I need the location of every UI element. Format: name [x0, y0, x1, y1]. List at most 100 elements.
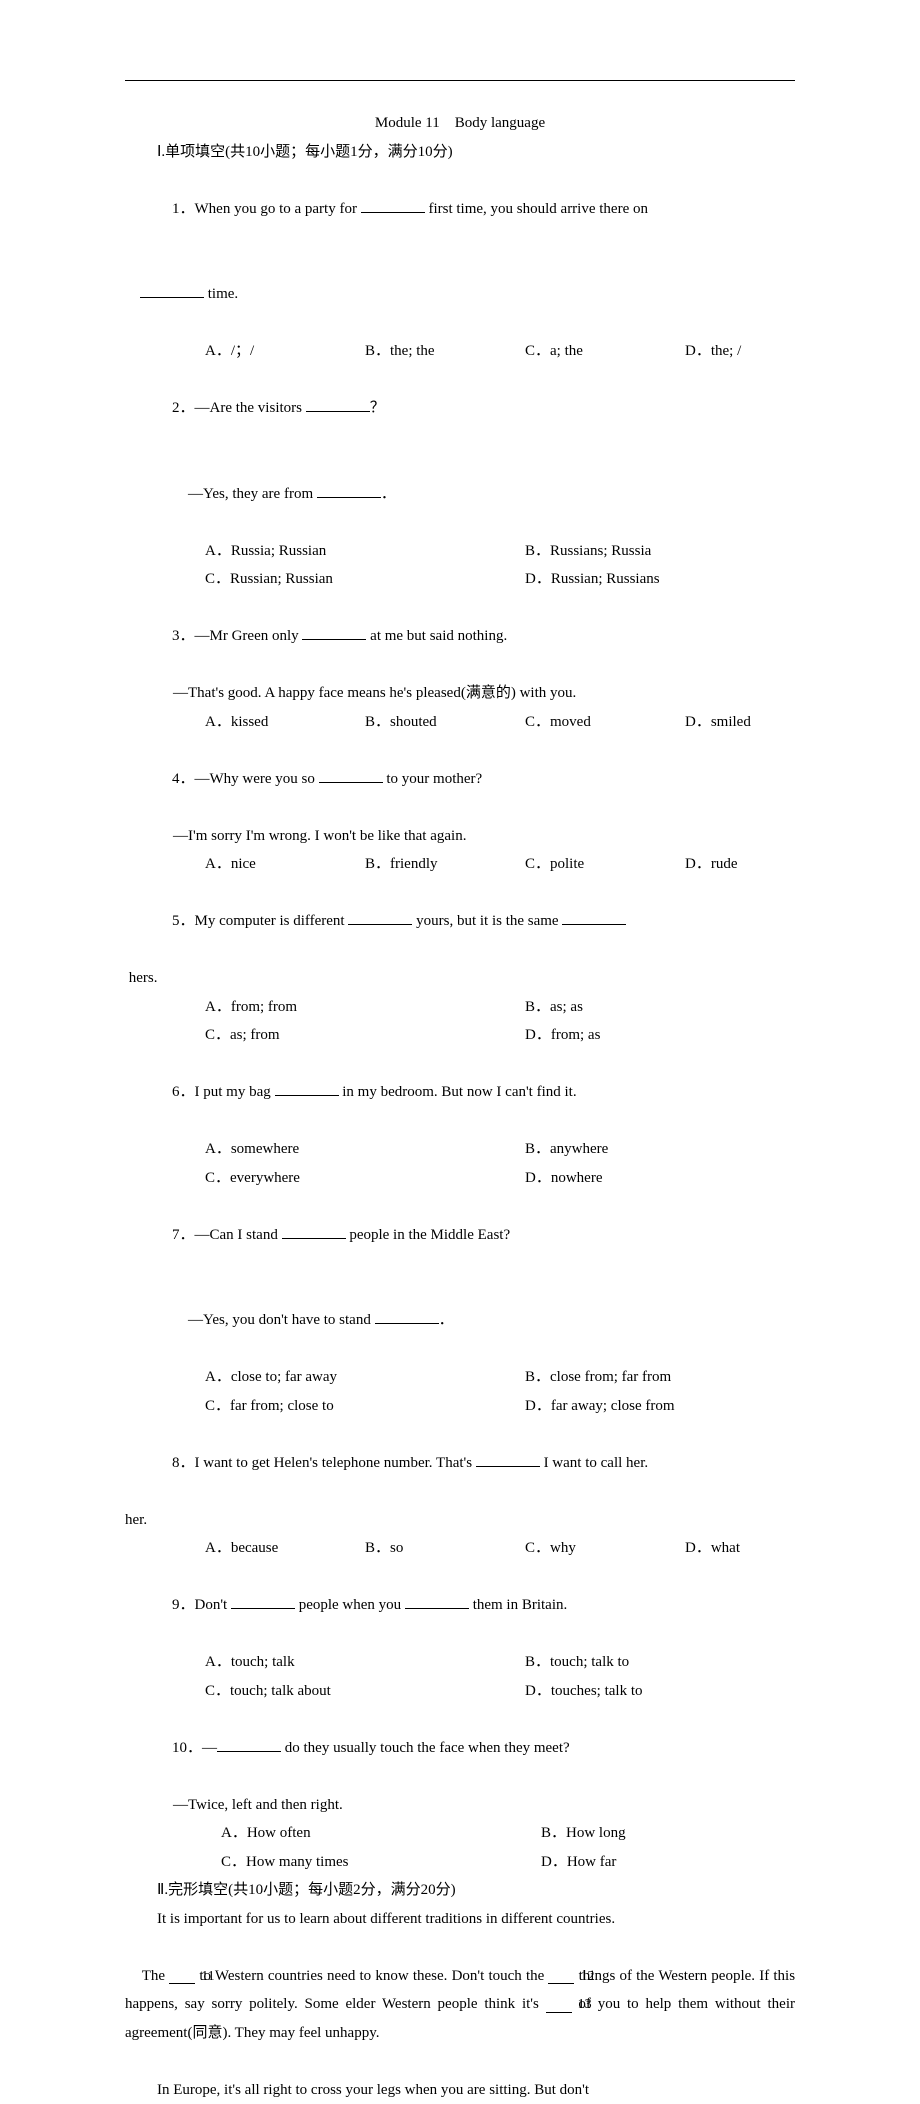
option-d[interactable]: D．How far: [541, 1848, 861, 1877]
question-5-cont: hers.: [125, 964, 795, 993]
option-c[interactable]: C．How many times: [221, 1848, 541, 1877]
option-a[interactable]: A．close to; far away: [205, 1363, 525, 1392]
blank-input[interactable]: [319, 768, 383, 783]
q1-text-c: time.: [204, 286, 238, 302]
blank-input[interactable]: [275, 1082, 339, 1097]
blank-input[interactable]: [317, 483, 381, 498]
q9-text-a: 9．Don't: [172, 1597, 231, 1613]
q7-options-1: A．close to; far away B．close from; far f…: [125, 1363, 795, 1392]
blank-input[interactable]: [476, 1452, 540, 1467]
option-d[interactable]: D．nowhere: [525, 1164, 845, 1193]
option-a[interactable]: A．from; from: [205, 993, 525, 1022]
option-a[interactable]: A．nice: [205, 850, 365, 879]
q9-options-2: C．touch; talk about D．touches; talk to: [125, 1677, 795, 1706]
question-8-cont: her.: [125, 1506, 795, 1535]
option-d[interactable]: D．what: [685, 1534, 845, 1563]
option-b[interactable]: B．as; as: [525, 993, 845, 1022]
option-b[interactable]: B．touch; talk to: [525, 1648, 845, 1677]
q8-options: A．because B．so C．why D．what: [125, 1534, 795, 1563]
option-d[interactable]: D．far away; close from: [525, 1392, 845, 1421]
q6-text-b: in my bedroom. But now I can't find it.: [339, 1084, 577, 1100]
cloze-blank-11[interactable]: 11: [169, 1971, 195, 1985]
option-d[interactable]: D．touches; talk to: [525, 1677, 845, 1706]
blank-input[interactable]: [405, 1595, 469, 1610]
option-a[interactable]: A．kissed: [205, 708, 365, 737]
option-a[interactable]: A．How often: [221, 1819, 541, 1848]
q7-text-c: —Yes, you don't have to stand: [188, 1312, 375, 1328]
q10-text-b: do they usually touch the face when they…: [281, 1740, 570, 1756]
option-a[interactable]: A．Russia; Russian: [205, 537, 525, 566]
option-c[interactable]: C．far from; close to: [205, 1392, 525, 1421]
q8-text-a: 8．I want to get Helen's telephone number…: [172, 1455, 476, 1471]
q1-options: A．/；/ B．the; the C．a; the D．the; /: [125, 337, 795, 366]
q3-options: A．kissed B．shouted C．moved D．smiled: [125, 708, 795, 737]
blank-input[interactable]: [302, 626, 366, 641]
q9-options-1: A．touch; talk B．touch; talk to: [125, 1648, 795, 1677]
q1-text-a: 1．When you go to a party for: [172, 201, 361, 217]
option-c[interactable]: C．polite: [525, 850, 685, 879]
option-d[interactable]: D．the; /: [685, 337, 845, 366]
option-a[interactable]: A．because: [205, 1534, 365, 1563]
blank-input[interactable]: [306, 398, 370, 413]
header-rule: [125, 80, 795, 81]
q2-options-2: C．Russian; Russian D．Russian; Russians: [125, 565, 795, 594]
q5-options-2: C．as; from D．from; as: [125, 1021, 795, 1050]
blank-input[interactable]: [282, 1224, 346, 1239]
option-a[interactable]: A．somewhere: [205, 1135, 525, 1164]
q7-text-a: 7．—Can I stand: [172, 1227, 282, 1243]
blank-input[interactable]: [375, 1310, 439, 1325]
option-c[interactable]: C．everywhere: [205, 1164, 525, 1193]
question-8: 8．I want to get Helen's telephone number…: [125, 1420, 795, 1506]
blank-input[interactable]: [140, 284, 204, 299]
option-c[interactable]: C．why: [525, 1534, 685, 1563]
q9-text-b: people when you: [295, 1597, 405, 1613]
section-2-header: Ⅱ.完形填空(共10小题；每小题2分，满分20分): [125, 1876, 795, 1905]
option-a[interactable]: A．/；/: [205, 337, 365, 366]
blank-input[interactable]: [562, 911, 626, 926]
question-7-line2: —Yes, you don't have to stand ．: [125, 1278, 795, 1364]
option-b[interactable]: B．close from; far from: [525, 1363, 845, 1392]
option-d[interactable]: D．from; as: [525, 1021, 845, 1050]
question-5: 5．My computer is different yours, but it…: [125, 879, 795, 965]
q10-options-2: C．How many times D．How far: [125, 1848, 795, 1877]
blank-input[interactable]: [348, 911, 412, 926]
option-c[interactable]: C．Russian; Russian: [205, 565, 525, 594]
option-c[interactable]: C．touch; talk about: [205, 1677, 525, 1706]
blank-input[interactable]: [217, 1737, 281, 1752]
option-b[interactable]: B．anywhere: [525, 1135, 845, 1164]
option-a[interactable]: A．touch; talk: [205, 1648, 525, 1677]
option-d[interactable]: D．smiled: [685, 708, 845, 737]
cloze-paragraph-2: The 11 to Western countries need to know…: [125, 1933, 795, 2076]
question-10-line2: —Twice, left and then right.: [125, 1791, 795, 1820]
option-c[interactable]: C．as; from: [205, 1021, 525, 1050]
q4-text-b: to your mother?: [383, 771, 483, 787]
option-b[interactable]: B．Russians; Russia: [525, 537, 845, 566]
q2-text-b: ？: [370, 400, 385, 416]
question-10: 10．— do they usually touch the face when…: [125, 1705, 795, 1791]
question-2-line2: —Yes, they are from ．: [125, 451, 795, 537]
option-b[interactable]: B．friendly: [365, 850, 525, 879]
section-1-header: Ⅰ.单项填空(共10小题；每小题1分，满分10分): [125, 138, 795, 167]
q4-text-a: 4．—Why were you so: [172, 771, 319, 787]
q1-text-b: first time, you should arrive there on: [425, 201, 652, 217]
blank-input[interactable]: [361, 198, 425, 213]
option-c[interactable]: C．moved: [525, 708, 685, 737]
option-c[interactable]: C．a; the: [525, 337, 685, 366]
blank-input[interactable]: [231, 1595, 295, 1610]
option-d[interactable]: D．rude: [685, 850, 845, 879]
option-b[interactable]: B．How long: [541, 1819, 861, 1848]
q4-options: A．nice B．friendly C．polite D．rude: [125, 850, 795, 879]
cloze-blank-13[interactable]: 13: [546, 1999, 572, 2013]
module-title: Module 11 Body language: [125, 109, 795, 138]
q3-text-b: at me but said nothing.: [366, 628, 507, 644]
q8-text-b: I want to call her.: [540, 1455, 648, 1471]
option-b[interactable]: B．so: [365, 1534, 525, 1563]
cloze-blank-12[interactable]: 12: [548, 1971, 574, 1985]
option-b[interactable]: B．shouted: [365, 708, 525, 737]
option-b[interactable]: B．the; the: [365, 337, 525, 366]
option-d[interactable]: D．Russian; Russians: [525, 565, 845, 594]
p2-b: to Western countries need to know these.…: [195, 1968, 548, 1984]
question-4-line2: —I'm sorry I'm wrong. I won't be like th…: [125, 822, 795, 851]
q6-options-2: C．everywhere D．nowhere: [125, 1164, 795, 1193]
q7-options-2: C．far from; close to D．far away; close f…: [125, 1392, 795, 1421]
